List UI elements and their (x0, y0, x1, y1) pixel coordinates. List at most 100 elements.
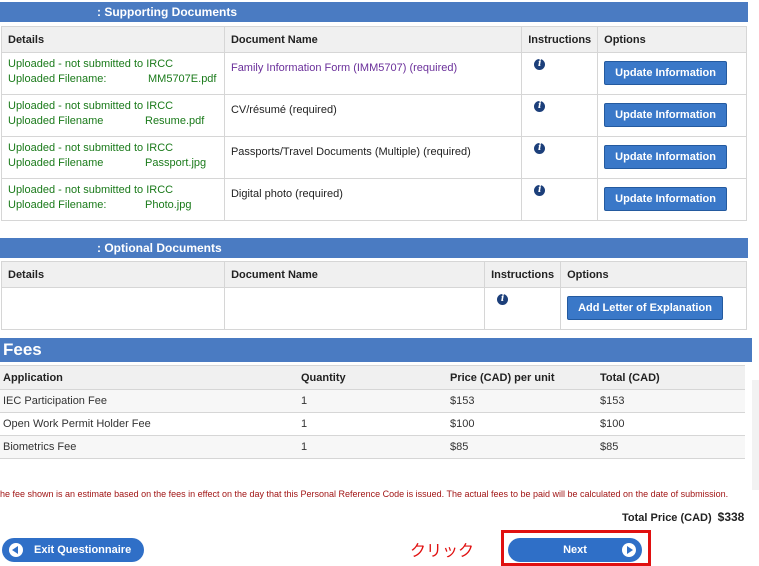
update-information-button[interactable]: Update Information (604, 145, 727, 169)
fee-total: $85 (597, 435, 745, 459)
details-cell: Uploaded - not submitted to IRCC Uploade… (1, 94, 225, 137)
fees-title: Fees (3, 340, 42, 359)
options-cell: Update Information (597, 94, 747, 137)
fee-application: IEC Participation Fee (0, 389, 298, 413)
instructions-cell: i (521, 136, 599, 179)
details-cell: Uploaded - not submitted to IRCC Uploade… (1, 52, 225, 95)
table-header-row: Application Quantity Price (CAD) per uni… (0, 365, 745, 390)
table-row: Uploaded - not submitted to IRCC Uploade… (1, 52, 747, 95)
table-row: Uploaded - not submitted to IRCC Uploade… (1, 178, 747, 221)
column-header-quantity: Quantity (298, 365, 447, 390)
optional-documents-table: Details Document Name Instructions Optio… (0, 261, 747, 330)
info-icon[interactable]: i (497, 294, 509, 305)
fee-total: $153 (597, 389, 745, 413)
document-name-cell: Passports/Travel Documents (Multiple) (r… (223, 136, 523, 179)
uploaded-filename-line: Uploaded Filename Passport.jpg (8, 156, 218, 171)
column-header-details: Details (0, 261, 226, 288)
uploaded-filename-line: Uploaded Filename: Photo.jpg (8, 198, 218, 213)
uploaded-filename-label: Uploaded Filename: (8, 199, 107, 211)
column-header-document-name: Document Name (223, 26, 523, 53)
column-header-price-per-unit: Price (CAD) per unit (447, 365, 597, 390)
uploaded-filename-label: Uploaded Filename (8, 115, 104, 127)
details-cell: Uploaded - not submitted to IRCC Uploade… (1, 178, 225, 221)
options-cell: Update Information (597, 178, 747, 221)
column-header-document-name: Document Name (224, 261, 486, 288)
add-letter-of-explanation-button[interactable]: Add Letter of Explanation (567, 296, 723, 320)
uploaded-filename-label: Uploaded Filename: (8, 73, 107, 85)
column-header-options: Options (560, 261, 747, 288)
circle-left-arrow-icon (9, 543, 23, 557)
document-name: Passports/Travel Documents (Multiple) (r… (230, 146, 471, 158)
optional-documents-header: : Optional Documents (0, 238, 748, 258)
update-information-button[interactable]: Update Information (604, 187, 727, 211)
table-row: Open Work Permit Holder Fee 1 $100 $100 (0, 412, 745, 436)
column-header-details: Details (1, 26, 225, 53)
total-price: Total Price (CAD) $338 (622, 510, 744, 524)
fee-application: Open Work Permit Holder Fee (0, 412, 298, 436)
instructions-cell: i (521, 52, 599, 95)
fee-application: Biometrics Fee (0, 435, 298, 459)
fees-header: Fees (0, 338, 752, 362)
table-row: Uploaded - not submitted to IRCC Uploade… (1, 94, 747, 137)
document-name-link[interactable]: Family Information Form (IMM5707) (requi… (231, 61, 515, 76)
fee-quantity: 1 (298, 389, 447, 413)
supporting-documents-table: Details Document Name Instructions Optio… (1, 26, 747, 221)
document-name-cell: Digital photo (required) (223, 178, 523, 221)
upload-status: Uploaded - not submitted to IRCC (8, 184, 174, 196)
update-information-button[interactable]: Update Information (604, 61, 727, 85)
document-name: CV/résumé (required) (230, 104, 337, 116)
uploaded-filename-label: Uploaded Filename (8, 157, 104, 169)
document-name-cell (224, 287, 486, 330)
uploaded-filename: Passport.jpg (145, 157, 207, 169)
uploaded-filename-line: Uploaded Filename: MM5707E.pdf (8, 72, 218, 87)
table-row: IEC Participation Fee 1 $153 $153 (0, 389, 745, 413)
column-header-total: Total (CAD) (597, 365, 745, 390)
info-icon[interactable]: i (534, 59, 546, 70)
next-button[interactable]: Next (508, 538, 642, 562)
document-name-cell: Family Information Form (IMM5707) (requi… (223, 52, 523, 95)
column-header-instructions: Instructions (521, 26, 599, 53)
scrollbar[interactable] (752, 380, 759, 490)
upload-status: Uploaded - not submitted to IRCC (8, 100, 174, 112)
instructions-cell: i (521, 94, 599, 137)
optional-documents-title: : Optional Documents (97, 241, 222, 255)
click-annotation: クリック (410, 541, 475, 560)
total-price-label: Total Price (CAD) (622, 512, 712, 524)
fees-table: Application Quantity Price (CAD) per uni… (0, 365, 745, 459)
fee-quantity: 1 (298, 435, 447, 459)
info-icon[interactable]: i (534, 185, 546, 196)
fee-unit-price: $100 (447, 412, 597, 436)
fee-disclaimer: he fee shown is an estimate based on the… (0, 489, 729, 499)
exit-questionnaire-button[interactable]: Exit Questionnaire (2, 538, 144, 562)
uploaded-filename: MM5707E.pdf (148, 73, 217, 85)
options-cell: Update Information (597, 52, 747, 95)
exit-questionnaire-label: Exit Questionnaire (34, 544, 132, 556)
document-name: Digital photo (required) (230, 188, 343, 200)
options-cell: Update Information (597, 136, 747, 179)
details-cell: Uploaded - not submitted to IRCC Uploade… (1, 136, 225, 179)
column-header-application: Application (0, 365, 298, 390)
fee-total: $100 (597, 412, 745, 436)
update-information-button[interactable]: Update Information (604, 103, 727, 127)
table-row: i Add Letter of Explanation (0, 287, 747, 330)
next-label: Next (563, 544, 587, 556)
instructions-cell: i (484, 287, 562, 330)
info-icon[interactable]: i (534, 101, 546, 112)
fee-unit-price: $85 (447, 435, 597, 459)
uploaded-filename: Photo.jpg (145, 199, 192, 211)
table-header-row: Details Document Name Instructions Optio… (1, 26, 747, 53)
circle-right-arrow-icon (622, 543, 636, 557)
column-header-options: Options (597, 26, 747, 53)
options-cell: Add Letter of Explanation (560, 287, 747, 330)
info-icon[interactable]: i (534, 143, 546, 154)
upload-status: Uploaded - not submitted to IRCC (8, 58, 174, 70)
table-row: Uploaded - not submitted to IRCC Uploade… (1, 136, 747, 179)
column-header-instructions: Instructions (484, 261, 562, 288)
instructions-cell: i (521, 178, 599, 221)
table-row: Biometrics Fee 1 $85 $85 (0, 435, 745, 459)
uploaded-filename-line: Uploaded Filename Resume.pdf (8, 114, 218, 129)
supporting-documents-header: : Supporting Documents (0, 2, 748, 22)
uploaded-filename: Resume.pdf (145, 115, 205, 127)
fee-unit-price: $153 (447, 389, 597, 413)
supporting-documents-title: : Supporting Documents (97, 5, 237, 19)
